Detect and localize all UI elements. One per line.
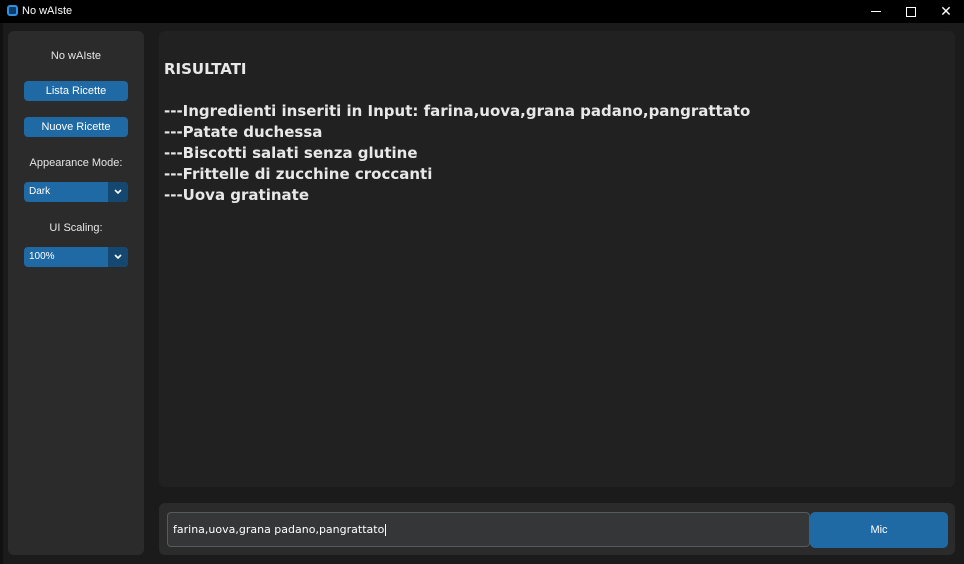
results-heading: RISULTATI bbox=[164, 60, 247, 78]
sidebar: No wAIste Lista Ricette Nuove Ricette Ap… bbox=[8, 31, 144, 555]
results-line: ---Frittelle di zucchine croccanti bbox=[164, 165, 433, 183]
results-line: ---Biscotti salati senza glutine bbox=[164, 144, 418, 162]
mic-button[interactable]: Mic bbox=[810, 512, 948, 548]
ui-scaling-label: UI Scaling: bbox=[49, 222, 103, 234]
sidebar-title: No wAIste bbox=[50, 50, 102, 62]
input-bar: farina,uova,grana padano,pangrattato Mic bbox=[159, 503, 955, 555]
close-icon: ✕ bbox=[940, 3, 952, 20]
results-textbox[interactable]: RISULTATI ---Ingredienti inseriti in Inp… bbox=[159, 31, 955, 487]
minimize-icon bbox=[871, 11, 881, 12]
maximize-icon bbox=[906, 6, 916, 17]
maximize-button[interactable] bbox=[893, 0, 929, 23]
chevron-down-icon[interactable] bbox=[108, 182, 128, 202]
window-edge bbox=[0, 23, 3, 564]
title-bar: No wAIste ✕ bbox=[0, 0, 964, 23]
appearance-mode-value: Dark bbox=[29, 186, 51, 197]
results-line: ---Uova gratinate bbox=[164, 186, 309, 204]
ingredients-input-value: farina,uova,grana padano,pangrattato bbox=[173, 523, 385, 536]
ingredients-input[interactable]: farina,uova,grana padano,pangrattato bbox=[167, 512, 810, 547]
appearance-mode-select[interactable]: Dark bbox=[24, 182, 128, 202]
app-icon bbox=[7, 5, 18, 16]
lista-ricette-button[interactable]: Lista Ricette bbox=[24, 81, 128, 101]
results-line: ---Ingredienti inseriti in Input: farina… bbox=[164, 102, 751, 120]
results-line: ---Patate duchessa bbox=[164, 123, 323, 141]
minimize-button[interactable] bbox=[858, 0, 894, 23]
window-title: No wAIste bbox=[22, 5, 73, 17]
ui-scaling-select[interactable]: 100% bbox=[24, 247, 128, 267]
appearance-mode-label: Appearance Mode: bbox=[29, 157, 123, 169]
text-caret bbox=[385, 524, 387, 536]
nuove-ricette-button[interactable]: Nuove Ricette bbox=[24, 117, 128, 137]
ui-scaling-value: 100% bbox=[29, 251, 55, 262]
close-button[interactable]: ✕ bbox=[928, 0, 964, 23]
chevron-down-icon[interactable] bbox=[108, 247, 128, 267]
